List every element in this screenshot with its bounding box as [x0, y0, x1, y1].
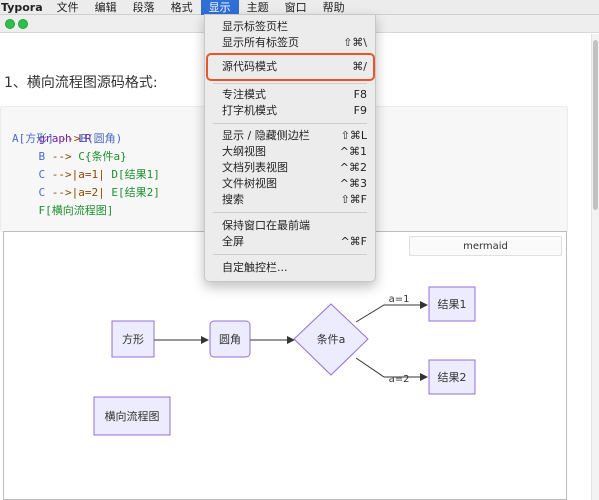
menu-paragraph[interactable]: 段落	[125, 0, 163, 15]
menu-item-file-tree-view[interactable]: 文件树视图 ^⌘3	[205, 176, 375, 192]
menu-item-shortcut: ^⌘2	[339, 161, 367, 174]
code-node: A[方形]	[12, 132, 54, 145]
menu-format[interactable]: 格式	[163, 0, 201, 15]
menu-item-label: 文件树视图	[222, 177, 277, 190]
vertical-scrollbar[interactable]	[591, 34, 599, 500]
menu-item-label: 自定触控栏...	[222, 261, 288, 274]
menu-window[interactable]: 窗口	[277, 0, 315, 15]
menu-item-label: 保持窗口在最前端	[222, 219, 310, 232]
code-line-5: C -->|a=2| E[结果2]	[12, 184, 160, 202]
menu-item-label: 显示 / 隐藏侧边栏	[222, 129, 310, 142]
menu-help[interactable]: 帮助	[315, 0, 353, 15]
section-heading: 1、横向流程图源码格式:	[4, 75, 158, 91]
menu-item-shortcut: ⇧⌘L	[340, 129, 367, 142]
code-arrow: -->|a=2|	[45, 186, 112, 199]
menu-item-label: 大纲视图	[222, 145, 266, 158]
minimize-window-icon[interactable]	[18, 19, 28, 29]
code-node: D[结果1]	[111, 168, 160, 181]
code-arrow: -->|a=1|	[45, 168, 112, 181]
scrollbar-thumb[interactable]	[593, 40, 598, 210]
menu-item-shortcut: F9	[353, 104, 367, 117]
menu-item-label: 全屏	[222, 235, 244, 248]
code-arrow: -->	[45, 150, 79, 163]
menu-separator	[213, 123, 367, 124]
menu-item-focus-mode[interactable]: 专注模式 F8	[205, 87, 375, 103]
code-line-6: F[横向流程图]	[12, 202, 114, 220]
menu-item-label: 专注模式	[222, 88, 266, 101]
view-dropdown-menu: 显示标签页栏 显示所有标签页 ⇧⌘\ 源代码模式 ⌘/ 专注模式 F8 打字机模…	[204, 14, 376, 282]
menu-item-typewriter-mode[interactable]: 打字机模式 F9	[205, 103, 375, 119]
menu-item-search[interactable]: 搜索 ⇧⌘F	[205, 192, 375, 208]
menu-edit[interactable]: 编辑	[87, 0, 125, 15]
menu-item-shortcut: ^⌘1	[339, 145, 367, 158]
menu-item-label: 文档列表视图	[222, 161, 288, 174]
menu-theme[interactable]: 主题	[239, 0, 277, 15]
menu-item-toggle-sidebar[interactable]: 显示 / 隐藏侧边栏 ⇧⌘L	[205, 128, 375, 144]
menu-file[interactable]: 文件	[49, 0, 87, 15]
node-f-label: 横向流程图	[105, 409, 160, 423]
node-c-label: 条件a	[317, 332, 346, 346]
menu-separator	[213, 83, 367, 84]
annotation-highlight-box	[206, 53, 375, 81]
menu-item-shortcut: ^⌘F	[340, 235, 367, 248]
app-menu[interactable]: Typora	[0, 1, 49, 14]
edge-c-d	[355, 301, 428, 323]
code-line-2: A[方形] -->B(圆角)	[12, 130, 122, 148]
menu-item-fullscreen[interactable]: 全屏 ^⌘F	[205, 234, 375, 250]
node-b-label: 圆角	[219, 333, 241, 346]
menu-item-shortcut: ⇧⌘\	[343, 36, 367, 49]
menu-item-outline-view[interactable]: 大纲视图 ^⌘1	[205, 144, 375, 160]
menu-item-label: 搜索	[222, 193, 244, 206]
menu-item-label: 打字机模式	[222, 104, 277, 117]
node-d-label: 结果1	[438, 298, 467, 311]
node-a-label: 方形	[122, 332, 144, 346]
menu-item-label: 显示所有标签页	[222, 36, 299, 49]
edge-label-a1: a=1	[389, 294, 410, 305]
edge-label-a2: a=2	[389, 374, 410, 385]
menu-item-customize-touch-bar[interactable]: 自定触控栏...	[205, 260, 375, 276]
code-node: E[结果2]	[111, 186, 160, 199]
menu-item-show-all-tabs[interactable]: 显示所有标签页 ⇧⌘\	[205, 35, 375, 51]
menu-separator	[213, 254, 367, 255]
menu-item-keep-on-top[interactable]: 保持窗口在最前端	[205, 218, 375, 234]
menu-view[interactable]: 显示	[200, 0, 239, 15]
menu-bar: Typora 文件 编辑 段落 格式 显示 主题 窗口 帮助	[0, 0, 599, 15]
close-window-icon[interactable]	[5, 19, 15, 29]
code-node: F[横向流程图]	[38, 204, 114, 217]
menu-item-shortcut: ⇧⌘F	[340, 193, 367, 206]
menu-item-show-tab-bar[interactable]: 显示标签页栏	[205, 19, 375, 35]
node-e-label: 结果2	[438, 371, 467, 384]
code-node: B(圆角)	[80, 132, 123, 145]
code-node: C{条件a}	[78, 150, 127, 163]
menu-item-shortcut: ^⌘3	[339, 177, 367, 190]
menu-item-label: 显示标签页栏	[222, 20, 288, 33]
code-line-4: C -->|a=1| D[结果1]	[12, 166, 160, 184]
menu-item-file-list-view[interactable]: 文档列表视图 ^⌘2	[205, 160, 375, 176]
menu-separator	[213, 212, 367, 213]
code-arrow: -->	[53, 132, 81, 145]
code-line-3: B --> C{条件a}	[12, 148, 127, 166]
menu-item-shortcut: F8	[353, 88, 367, 101]
